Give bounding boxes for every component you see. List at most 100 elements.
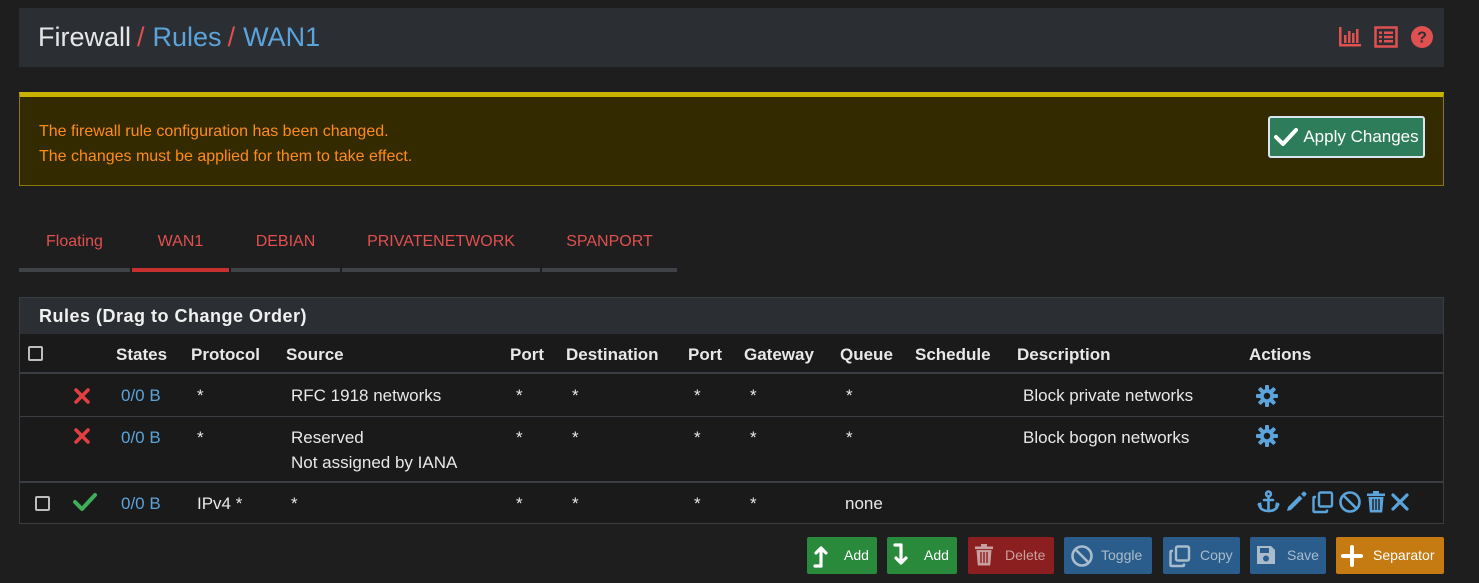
tab-label: DEBIAN (255, 233, 316, 250)
add-top-label: Add (844, 547, 869, 563)
row-checkbox[interactable] (35, 496, 50, 511)
col-queue[interactable]: Queue (840, 345, 893, 365)
rule-gateway: * (750, 428, 757, 447)
rule-queue: * (846, 428, 853, 447)
tab-label: SPANPORT (566, 233, 653, 250)
delete-label: Delete (1005, 547, 1046, 563)
rule-queue: none (845, 494, 883, 513)
tab-privatenetwork[interactable]: PRIVATENETWORK (342, 225, 540, 272)
breadcrumb: Firewall / Rules / WAN1 (38, 22, 320, 53)
table-header: States Protocol Source Port Destination … (20, 334, 1443, 374)
rule-states[interactable]: 0/0 B (121, 494, 161, 514)
rule-gateway: * (750, 494, 757, 513)
help-icon[interactable]: ? (1410, 25, 1434, 49)
bar-chart-icon[interactable] (1338, 26, 1362, 48)
tab-debian[interactable]: DEBIAN (231, 225, 340, 272)
check-icon (1274, 128, 1299, 146)
delete-button[interactable]: Delete (968, 537, 1054, 574)
tab-label: WAN1 (157, 233, 204, 250)
save-floppy-icon (1257, 546, 1275, 564)
rule-destination: * (572, 386, 579, 405)
col-description[interactable]: Description (1017, 345, 1111, 365)
col-protocol[interactable]: Protocol (191, 345, 260, 365)
gear-icon[interactable] (1255, 424, 1279, 448)
rule-source: Reserved (291, 428, 364, 447)
rules-action-bar: Add Add Delete Toggle Copy Save Separato… (0, 537, 1479, 574)
rule-destination: * (572, 494, 579, 513)
rule-source-detail: Not assigned by IANA (291, 453, 458, 472)
page-header: Firewall / Rules / WAN1 ? (19, 8, 1444, 67)
breadcrumb-rules[interactable]: Rules (153, 22, 222, 52)
alert-line-1: The firewall rule configuration has been… (39, 123, 389, 140)
rule-destination: * (572, 428, 579, 447)
level-down-icon (893, 543, 908, 565)
rules-panel: Rules (Drag to Change Order) States Prot… (19, 297, 1444, 524)
copy-button[interactable]: Copy (1163, 537, 1240, 574)
rule-dest-port: * (694, 428, 701, 447)
col-states[interactable]: States (116, 345, 167, 365)
rule-protocol: * (197, 428, 204, 447)
svg-text:?: ? (1417, 30, 1427, 47)
select-all-checkbox[interactable] (28, 346, 43, 361)
block-icon (74, 428, 90, 444)
rule-dest-port: * (694, 386, 701, 405)
rule-gateway: * (750, 386, 757, 405)
rule-port: * (516, 386, 523, 405)
col-source[interactable]: Source (286, 345, 344, 365)
gear-icon[interactable] (1255, 384, 1279, 408)
col-destination[interactable]: Destination (566, 345, 659, 365)
delete-x-icon[interactable] (1390, 490, 1410, 514)
add-bottom-button[interactable]: Add (887, 537, 957, 574)
rule-description: Block bogon networks (1023, 428, 1190, 447)
rule-source: RFC 1918 networks (291, 386, 442, 405)
toggle-label: Toggle (1101, 547, 1143, 563)
rule-actions (1256, 490, 1410, 514)
trash-icon (975, 544, 993, 566)
edit-pencil-icon[interactable] (1284, 490, 1308, 514)
copy-icon (1169, 545, 1191, 568)
rule-queue: * (846, 386, 853, 405)
trash-icon[interactable] (1365, 490, 1387, 514)
add-bottom-label: Add (924, 547, 949, 563)
tab-floating[interactable]: Floating (19, 225, 130, 272)
col-actions: Actions (1249, 345, 1312, 364)
level-up-icon (813, 546, 828, 568)
table-row[interactable]: 0/0 B * RFC 1918 networks * * * * * Bloc… (20, 376, 1443, 417)
breadcrumb-separator: / (227, 22, 236, 52)
plus-icon (1341, 545, 1363, 567)
tab-wan1[interactable]: WAN1 (132, 225, 229, 272)
table-row[interactable]: 0/0 B IPv4 * * * * * * none (20, 485, 1443, 523)
col-port[interactable]: Port (510, 345, 544, 365)
col-schedule[interactable]: Schedule (915, 345, 991, 365)
anchor-icon[interactable] (1256, 490, 1281, 514)
save-button[interactable]: Save (1250, 537, 1326, 574)
copy-icon[interactable] (1311, 490, 1335, 514)
apply-changes-label: Apply Changes (1303, 127, 1419, 146)
tab-label: PRIVATENETWORK (367, 233, 515, 250)
disable-icon[interactable] (1338, 490, 1362, 514)
breadcrumb-firewall[interactable]: Firewall (38, 22, 131, 52)
rule-protocol: IPv4 * (197, 494, 243, 513)
alert-message: The firewall rule configuration has been… (39, 119, 412, 169)
copy-label: Copy (1200, 547, 1233, 563)
rule-states[interactable]: 0/0 B (121, 428, 161, 448)
separator-button[interactable]: Separator (1336, 537, 1444, 574)
breadcrumb-separator: / (137, 22, 145, 52)
rule-protocol: * (197, 386, 204, 405)
interface-tabs: Floating WAN1 DEBIAN PRIVATENETWORK SPAN… (19, 225, 677, 272)
rule-states[interactable]: 0/0 B (121, 386, 161, 406)
col-gateway[interactable]: Gateway (744, 345, 814, 365)
col-dest-port[interactable]: Port (688, 345, 722, 365)
save-label: Save (1287, 547, 1319, 563)
list-icon[interactable] (1374, 26, 1398, 48)
rule-port: * (516, 494, 523, 513)
rules-panel-title: Rules (Drag to Change Order) (20, 298, 1443, 334)
ban-icon (1071, 545, 1093, 567)
toggle-button[interactable]: Toggle (1064, 537, 1152, 574)
table-row[interactable]: 0/0 B * Reserved Not assigned by IANA * … (20, 418, 1443, 483)
add-top-button[interactable]: Add (807, 537, 877, 574)
rule-source: * (291, 494, 298, 513)
apply-changes-button[interactable]: Apply Changes (1268, 116, 1425, 158)
breadcrumb-wan1[interactable]: WAN1 (243, 22, 320, 52)
tab-spanport[interactable]: SPANPORT (542, 225, 677, 272)
